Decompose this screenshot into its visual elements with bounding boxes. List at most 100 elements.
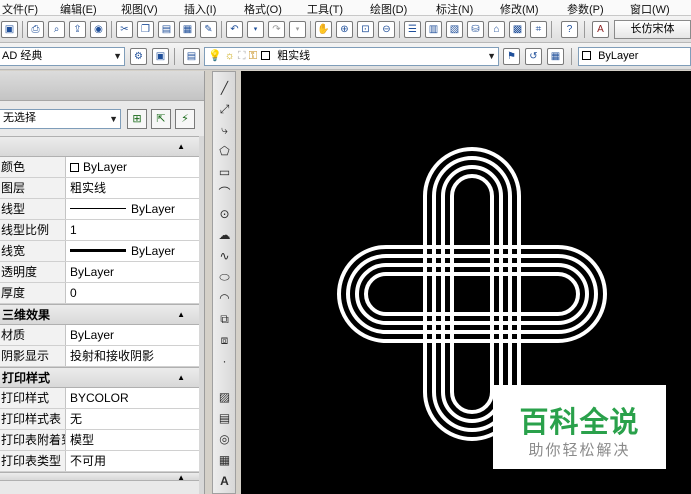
property-value[interactable]: 0 <box>67 283 195 303</box>
publish-icon[interactable]: ⇪ <box>69 21 86 38</box>
menu-file[interactable]: 文件(F) <box>2 1 38 17</box>
property-value[interactable]: 1 <box>67 220 195 240</box>
print-icon[interactable]: ⎙ <box>27 21 44 38</box>
polygon-icon[interactable]: ⬠ <box>216 143 233 160</box>
font-combo[interactable]: 长仿宋体 <box>614 20 691 39</box>
cut-icon[interactable]: ✂ <box>116 21 133 38</box>
quickcalc-icon[interactable]: ⌗ <box>530 21 547 38</box>
spline-icon[interactable]: ∿ <box>216 248 233 265</box>
property-row-transparency[interactable]: 透明度 ByLayer <box>0 262 199 283</box>
tool-palettes-icon[interactable]: ▧ <box>446 21 463 38</box>
property-value[interactable]: 模型 <box>67 430 195 450</box>
properties-icon[interactable]: ☰ <box>404 21 421 38</box>
redo-dropdown-icon[interactable]: ▾ <box>289 21 306 38</box>
collapse-icon[interactable]: ▲ <box>177 305 185 325</box>
paste-icon[interactable]: ▤ <box>158 21 175 38</box>
property-value[interactable]: ByLayer <box>67 199 195 219</box>
layer-manager-icon[interactable]: ▤ <box>183 48 200 65</box>
text-style-icon[interactable]: A <box>592 21 609 38</box>
select-objects-icon[interactable]: ⇱ <box>151 109 171 129</box>
circle-icon[interactable]: ⊙ <box>216 206 233 223</box>
make-block-icon[interactable]: ⧈ <box>216 332 233 349</box>
arc-icon[interactable]: ⌒ <box>216 185 233 202</box>
hatch-icon[interactable]: ▨ <box>216 389 233 406</box>
paste-special-icon[interactable]: ▦ <box>179 21 196 38</box>
zoom-realtime-icon[interactable]: ⊕ <box>336 21 353 38</box>
layer-previous-icon[interactable]: ↺ <box>525 48 542 65</box>
multiline-text-icon[interactable]: A <box>216 473 233 490</box>
menu-window[interactable]: 窗口(W) <box>630 1 670 17</box>
revision-cloud-icon[interactable]: ☁ <box>216 227 233 244</box>
copy-icon[interactable]: ❐ <box>137 21 154 38</box>
menu-edit[interactable]: 编辑(E) <box>60 1 97 17</box>
property-value[interactable]: 不可用 <box>67 451 195 471</box>
make-current-layer-icon[interactable]: ⚑ <box>503 48 520 65</box>
sheet-set-icon[interactable]: ⛁ <box>467 21 484 38</box>
quick-select-icon[interactable]: ⚡ <box>175 109 195 129</box>
menu-draw[interactable]: 绘图(D) <box>370 1 407 17</box>
property-row-material[interactable]: 材质 ByLayer <box>0 325 199 346</box>
category-general[interactable]: ▲ <box>0 136 199 157</box>
markup-icon[interactable]: ⌂ <box>488 21 505 38</box>
property-value[interactable]: 无 <box>67 409 195 429</box>
polyline-icon[interactable]: ⤷ <box>216 122 233 139</box>
zoom-previous-icon[interactable]: ⊖ <box>378 21 395 38</box>
property-value[interactable]: ByLayer <box>67 241 195 261</box>
collapse-icon[interactable]: ▲ <box>177 468 185 488</box>
property-row-shadow[interactable]: 阴影显示 投射和接收阴影 <box>0 346 199 367</box>
gradient-icon[interactable]: ▤ <box>216 410 233 427</box>
collapse-icon[interactable]: ▲ <box>177 368 185 388</box>
line-icon[interactable]: ╱ <box>216 80 233 97</box>
menu-modify[interactable]: 修改(M) <box>500 1 539 17</box>
property-value[interactable]: BYCOLOR <box>67 388 195 408</box>
ellipse-arc-icon[interactable]: ◠ <box>216 290 233 307</box>
menu-format[interactable]: 格式(O) <box>244 1 282 17</box>
property-value[interactable]: ByLayer <box>67 157 195 177</box>
color-combo[interactable]: ByLayer <box>578 47 691 66</box>
category-3d-effects[interactable]: 三维效果 ▲ <box>0 304 199 325</box>
property-row-layer[interactable]: 图层 粗实线 <box>0 178 199 199</box>
pan-icon[interactable]: ✋ <box>315 21 332 38</box>
table-icon[interactable]: ▦ <box>216 452 233 469</box>
property-value[interactable]: 粗实线 <box>67 178 195 198</box>
collapse-icon[interactable]: ▲ <box>177 137 185 157</box>
property-row-color[interactable]: 颜色 ByLayer <box>0 157 199 178</box>
print-preview-icon[interactable]: ⌕ <box>48 21 65 38</box>
toggle-pickadd-icon[interactable]: ⊞ <box>127 109 147 129</box>
palette-scrollbar[interactable] <box>199 136 204 494</box>
rectangle-icon[interactable]: ▭ <box>216 164 233 181</box>
category-plot-style[interactable]: 打印样式 ▲ <box>0 367 199 388</box>
save-icon[interactable]: ▣ <box>1 21 18 38</box>
undo-icon[interactable]: ↶ <box>226 21 243 38</box>
point-icon[interactable]: · <box>216 353 233 370</box>
layer-states-manager-icon[interactable]: ▦ <box>547 48 564 65</box>
menu-view[interactable]: 视图(V) <box>121 1 158 17</box>
selection-combo[interactable]: 无选择 ▼ <box>0 109 121 129</box>
property-row-linetype-scale[interactable]: 线型比例 1 <box>0 220 199 241</box>
undo-dropdown-icon[interactable]: ▾ <box>247 21 264 38</box>
3d-dwf-icon[interactable]: ◉ <box>90 21 107 38</box>
region-icon[interactable]: ◎ <box>216 431 233 448</box>
property-row-plot-style[interactable]: 打印样式 BYCOLOR <box>0 388 199 409</box>
workspace-settings-icon[interactable]: ⚙ <box>130 48 147 65</box>
redo-icon[interactable]: ↷ <box>268 21 285 38</box>
menu-dimension[interactable]: 标注(N) <box>436 1 473 17</box>
property-value[interactable]: ByLayer <box>67 325 195 345</box>
property-row-thickness[interactable]: 厚度 0 <box>0 283 199 304</box>
property-row-lineweight[interactable]: 线宽 ByLayer <box>0 241 199 262</box>
construction-line-icon[interactable]: ⤢ <box>216 101 233 118</box>
ellipse-icon[interactable]: ⬭ <box>216 269 233 286</box>
design-center-icon[interactable]: ▥ <box>425 21 442 38</box>
workspace-combo[interactable]: AD 经典 ▼ <box>0 47 125 66</box>
help-icon[interactable]: ? <box>561 21 578 38</box>
calculator-icon[interactable]: ▩ <box>509 21 526 38</box>
property-row-plot-table-type[interactable]: 打印表类型 不可用 <box>0 451 199 472</box>
layer-states-icon[interactable]: ▣ <box>152 48 169 65</box>
property-value[interactable]: 投射和接收阴影 <box>67 346 195 366</box>
property-value[interactable]: ByLayer <box>67 262 195 282</box>
property-row-linetype[interactable]: 线型 ByLayer <box>0 199 199 220</box>
palette-title-bar[interactable] <box>0 71 204 101</box>
category-next[interactable]: ▲ <box>0 472 199 482</box>
menu-tools[interactable]: 工具(T) <box>307 1 343 17</box>
zoom-window-icon[interactable]: ⊡ <box>357 21 374 38</box>
